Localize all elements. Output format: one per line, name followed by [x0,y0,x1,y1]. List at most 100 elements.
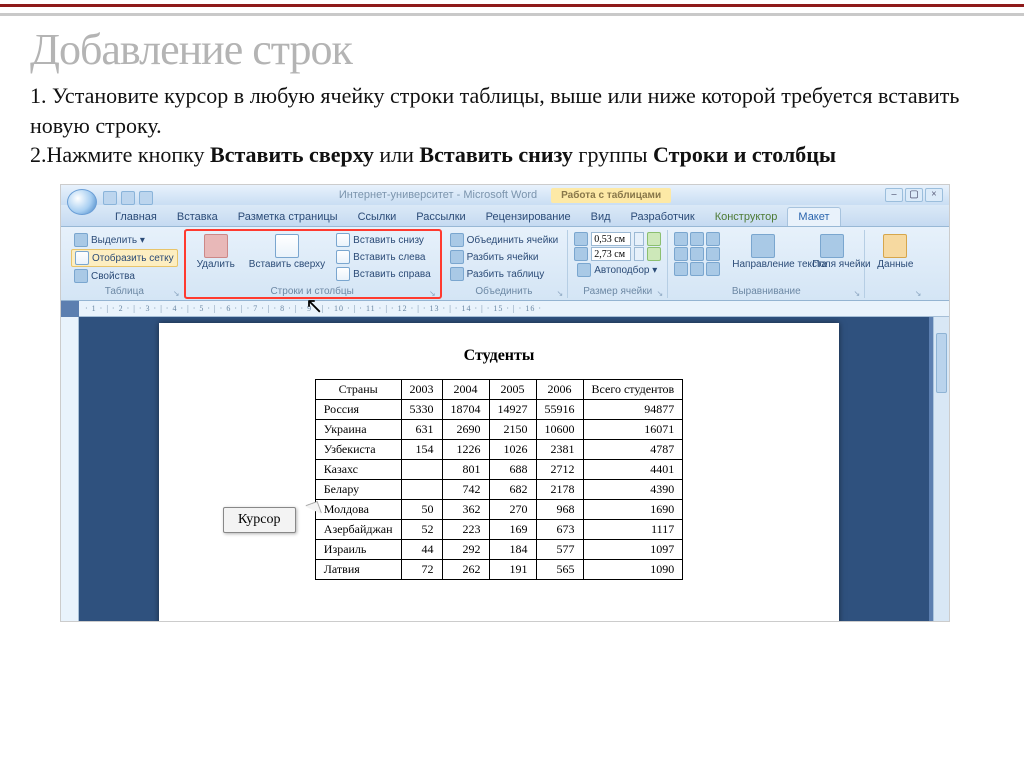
maximize-button[interactable]: ▢ [905,188,923,202]
align-tr-icon[interactable] [706,232,720,246]
editor-viewport: Студенты Страны 2003 2004 2005 2006 Всег… [79,317,929,621]
window-title: Интернет-университет - Microsoft Word [339,189,537,201]
insert-above-button[interactable]: Вставить сверху [243,232,331,272]
slide-title: Добавление строк [0,16,1024,81]
contextual-tab-title: Работа с таблицами [551,188,671,203]
spinner-icon[interactable] [634,247,644,261]
group-label-table: Таблица [71,286,178,297]
table-row[interactable]: Узбекиста1541226102623814787 [315,440,682,460]
merge-icon [450,233,464,247]
spinner-icon[interactable] [634,232,644,246]
properties-icon [74,269,88,283]
distribute-cols-icon[interactable] [647,247,661,261]
vertical-scrollbar[interactable] [933,317,949,621]
group-label-rows-cols: Строки и столбцы [191,286,434,297]
table-row[interactable]: Азербайджан522231696731117 [315,520,682,540]
quick-access-toolbar[interactable] [103,191,153,205]
tab-page-layout[interactable]: Разметка страницы [228,208,348,226]
tab-developer[interactable]: Разработчик [621,208,705,226]
split-cells-icon [450,250,464,264]
group-alignment: Направление текста Поля ячейки Выравнива… [668,230,865,298]
distribute-rows-icon[interactable] [647,232,661,246]
tab-references[interactable]: Ссылки [348,208,407,226]
merge-cells-button[interactable]: Объединить ячейки [447,232,562,248]
qat-undo-icon[interactable] [121,191,135,205]
table-row[interactable]: Россия533018704149275591694877 [315,400,682,420]
select-icon [74,233,88,247]
scrollbar-thumb[interactable] [936,333,947,393]
tab-layout[interactable]: Макет [787,207,840,226]
qat-save-icon[interactable] [103,191,117,205]
split-table-icon [450,267,464,281]
tab-mailings[interactable]: Рассылки [406,208,475,226]
office-button[interactable] [67,189,97,215]
close-button[interactable]: × [925,188,943,202]
table-row[interactable]: Молдова503622709681690 [315,500,682,520]
select-button[interactable]: Выделить ▾ [71,232,178,248]
insert-right-icon [336,267,350,281]
align-bl-icon[interactable] [674,262,688,276]
step-1: 1. Установите курсор в любую ячейку стро… [30,81,994,140]
gridlines-icon [75,251,89,265]
slide-body: 1. Установите курсор в любую ячейку стро… [0,81,1024,184]
insert-right-button[interactable]: Вставить справа [333,266,433,282]
width-icon [574,247,588,261]
row-height-input[interactable] [591,232,631,246]
align-br-icon[interactable] [706,262,720,276]
insert-below-icon [336,233,350,247]
table-row[interactable]: Украина631269021501060016071 [315,420,682,440]
col-width-input[interactable] [591,247,631,261]
delete-icon [204,234,228,258]
step-2: 2.Нажмите кнопку Вставить сверху или Вст… [30,140,994,170]
text-direction-icon [751,234,775,258]
document-area: · 1 · | · 2 · | · 3 · | · 4 · | · 5 · | … [61,301,949,621]
vertical-ruler[interactable] [61,317,79,621]
insert-below-button[interactable]: Вставить снизу [333,232,433,248]
align-tc-icon[interactable] [690,232,704,246]
tab-view[interactable]: Вид [581,208,621,226]
page[interactable]: Студенты Страны 2003 2004 2005 2006 Всег… [159,323,839,621]
cursor-callout-label: Курсор [223,507,296,533]
minimize-button[interactable]: – [885,188,903,202]
insert-above-icon [275,234,299,258]
cursor-callout: Курсор [223,507,296,533]
height-icon [574,232,588,246]
table-row[interactable]: Казахс80168827124401 [315,460,682,480]
cell-margins-button[interactable]: Поля ячейки [806,232,858,272]
align-bc-icon[interactable] [690,262,704,276]
col-width-spinner[interactable] [574,247,661,261]
ribbon: Выделить ▾ Отобразить сетку Свойства Таб… [61,227,949,301]
ribbon-tabs: Главная Вставка Разметка страницы Ссылки… [61,205,949,227]
horizontal-ruler[interactable]: · 1 · | · 2 · | · 3 · | · 4 · | · 5 · | … [79,301,949,317]
align-mr-icon[interactable] [706,247,720,261]
table-row[interactable]: Израиль442921845771097 [315,540,682,560]
group-table: Выделить ▾ Отобразить сетку Свойства Таб… [65,230,185,298]
tab-insert[interactable]: Вставка [167,208,228,226]
group-label-alignment: Выравнивание [674,286,858,297]
align-ml-icon[interactable] [674,247,688,261]
group-merge: Объединить ячейки Разбить ячейки Разбить… [441,230,569,298]
insert-left-button[interactable]: Вставить слева [333,249,433,265]
data-button[interactable]: Данные [871,232,919,272]
table-row[interactable]: Латвия722621915651090 [315,560,682,580]
split-cells-button[interactable]: Разбить ячейки [447,249,562,265]
align-tl-icon[interactable] [674,232,688,246]
autofit-button[interactable]: Автоподбор ▾ [574,262,661,278]
properties-button[interactable]: Свойства [71,268,178,284]
align-mc-icon[interactable] [690,247,704,261]
table-row[interactable]: Белару74268221784390 [315,480,682,500]
row-height-spinner[interactable] [574,232,661,246]
tab-review[interactable]: Рецензирование [476,208,581,226]
qat-redo-icon[interactable] [139,191,153,205]
tab-design[interactable]: Конструктор [705,208,788,226]
group-label-cell-size: Размер ячейки [574,286,661,297]
group-rows-columns: Удалить Вставить сверху Вставить снизу В… [185,230,441,298]
delete-button[interactable]: Удалить [191,232,241,272]
split-table-button[interactable]: Разбить таблицу [447,266,562,282]
group-cell-size: Автоподбор ▾ Размер ячейки [568,230,668,298]
students-table[interactable]: Страны 2003 2004 2005 2006 Всего студент… [315,379,683,580]
slide-top-rule [0,4,1024,16]
text-direction-button[interactable]: Направление текста [726,232,800,272]
tab-home[interactable]: Главная [105,208,167,226]
view-gridlines-button[interactable]: Отобразить сетку [71,249,178,267]
